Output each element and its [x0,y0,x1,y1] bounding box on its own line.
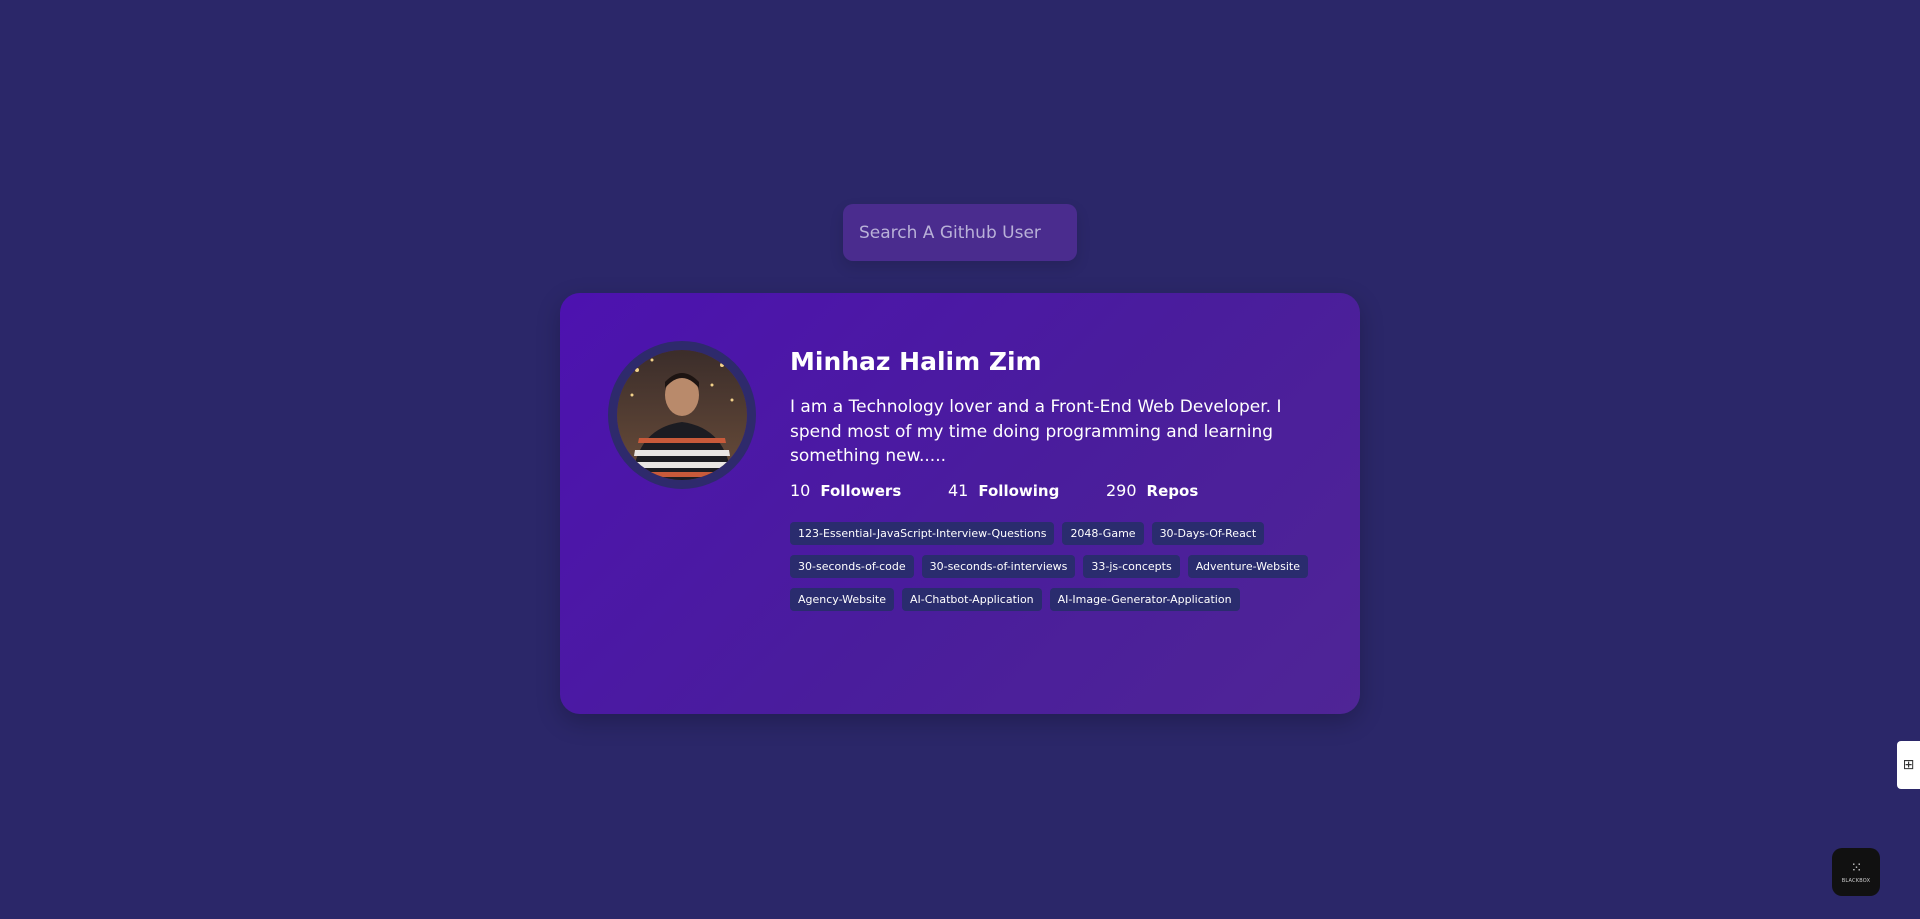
following-count: 41 [948,480,969,500]
page: Minhaz Halim Zim I am a Technology lover… [0,0,1920,919]
repo-link[interactable]: AI-Image-Generator-Application [1049,587,1240,611]
search-input[interactable] [843,204,1077,261]
user-info: Minhaz Halim Zim I am a Technology lover… [790,341,1310,674]
followers-label: Followers [820,481,902,500]
repo-list: 123-Essential-JavaScript-Interview-Quest… [790,521,1310,611]
profile-card: Minhaz Halim Zim I am a Technology lover… [560,293,1360,714]
repos-count: 290 [1106,480,1137,500]
following-stat: 41 Following [948,481,1106,500]
avatar [608,341,756,489]
repo-link[interactable]: 30-seconds-of-interviews [921,554,1076,578]
repo-link[interactable]: 123-Essential-JavaScript-Interview-Quest… [790,521,1055,545]
repos-label: Repos [1146,481,1199,500]
blackbox-button[interactable]: ⁙ BLACKBOX [1832,848,1880,896]
side-panel-tab[interactable]: ⊞ [1897,741,1920,789]
user-stats: 10 Followers 41 Following 290 Repos [790,481,1310,500]
repo-link[interactable]: 33-js-concepts [1083,554,1180,578]
avatar-photo [617,350,747,480]
blackbox-label: BLACKBOX [1841,877,1871,884]
repos-stat: 290 Repos [1106,481,1198,500]
repo-link[interactable]: 2048-Game [1062,521,1144,545]
followers-count: 10 [790,480,811,500]
side-panel-icon: ⊞ [1902,757,1915,773]
blackbox-logo-icon: ⁙ [1850,859,1863,876]
repo-link[interactable]: 30-seconds-of-code [790,554,914,578]
user-name: Minhaz Halim Zim [790,347,1042,376]
user-bio: I am a Technology lover and a Front-End … [790,397,1282,467]
repo-link[interactable]: 30-Days-Of-React [1151,521,1265,545]
following-label: Following [978,481,1060,500]
repo-link[interactable]: Agency-Website [790,587,894,611]
search-form [843,204,1077,261]
repo-link[interactable]: Adventure-Website [1187,554,1308,578]
followers-stat: 10 Followers [790,481,948,500]
repo-link[interactable]: AI-Chatbot-Application [901,587,1042,611]
